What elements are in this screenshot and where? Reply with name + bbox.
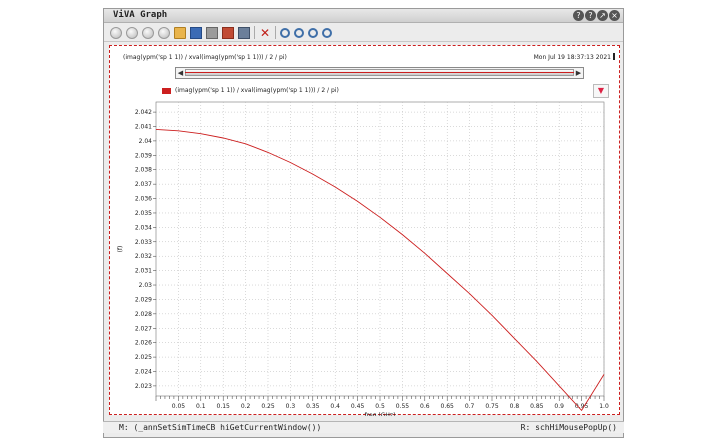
y-tick-label: 2.041	[135, 124, 152, 131]
window-controls: ? ? ↗ ×	[573, 10, 620, 21]
y-tick-label: 2.026	[135, 340, 152, 347]
x-tick-label: 0.55	[396, 403, 410, 410]
x-tick-label: 0.85	[530, 403, 544, 410]
whats-this-icon[interactable]: ?	[585, 10, 596, 21]
y-tick-label: 2.035	[135, 210, 152, 217]
x-tick-label: 0.65	[441, 403, 455, 410]
zoom-in-icon[interactable]	[294, 27, 304, 38]
y-tick-label: 2.037	[135, 181, 152, 188]
y-tick-label: 2.036	[135, 196, 152, 203]
x-tick-label: 0.7	[465, 403, 475, 410]
y-axis-label: (f)	[117, 246, 124, 253]
x-tick-label: 0.45	[351, 403, 365, 410]
help-icon[interactable]: ?	[573, 10, 584, 21]
graph-area[interactable]: (imag(ypm('sp 1 1)) / xval(imag(ypm('sp …	[109, 45, 621, 416]
x-tick-label: 0.95	[575, 403, 589, 410]
toolbar-separator	[275, 26, 276, 39]
x-tick-label: 0.25	[261, 403, 275, 410]
x-tick-label: 0.15	[217, 403, 231, 410]
viva-graph-window: ViVA Graph ? ? ↗ × ✕ (imag(ypm('sp 1 1))…	[103, 8, 624, 438]
x-tick-label: 0.9	[554, 403, 564, 410]
y-tick-label: 2.029	[135, 296, 152, 303]
zoom-fit-icon[interactable]	[280, 27, 290, 38]
y-tick-label: 2.034	[135, 224, 152, 231]
y-tick-label: 2.033	[135, 239, 152, 246]
up-icon[interactable]	[142, 26, 154, 39]
x-tick-label: 0.4	[330, 403, 340, 410]
x-tick-label: 0.5	[375, 403, 385, 410]
mouse-left-binding: M: (_annSetSimTimeCB hiGetCurrentWindow(…	[119, 423, 322, 432]
status-bar: M: (_annSetSimTimeCB hiGetCurrentWindow(…	[103, 421, 624, 433]
y-tick-label: 2.025	[135, 354, 152, 361]
x-axis-label: freq (GHz)	[365, 412, 396, 416]
home-icon[interactable]	[158, 26, 170, 39]
y-tick-label: 2.03	[139, 282, 153, 289]
save-icon[interactable]	[190, 26, 202, 39]
toolbar-separator	[254, 26, 255, 39]
open-folder-icon[interactable]	[174, 26, 186, 39]
close-icon[interactable]: ×	[609, 10, 620, 21]
y-tick-label: 2.032	[135, 253, 152, 260]
y-tick-label: 2.024	[135, 369, 152, 376]
y-tick-label: 2.039	[135, 152, 152, 159]
y-tick-label: 2.04	[139, 138, 153, 145]
print-icon[interactable]	[206, 26, 218, 39]
image-icon[interactable]	[238, 26, 250, 39]
zoom-out-icon[interactable]	[308, 27, 318, 38]
y-tick-label: 2.038	[135, 167, 152, 174]
x-tick-label: 0.1	[196, 403, 206, 410]
y-tick-label: 2.031	[135, 268, 152, 275]
delete-icon[interactable]: ✕	[259, 27, 271, 39]
mail-icon[interactable]	[222, 26, 234, 39]
title-bar[interactable]: ViVA Graph ? ? ↗ ×	[104, 9, 623, 23]
forward-icon[interactable]	[126, 26, 138, 39]
line-chart[interactable]: 0.05 0.1 0.15 0.2 0.25 0.3 0.35 0.4 0.45 0.5 0.55 0…	[110, 46, 621, 416]
toolbar: ✕	[104, 24, 623, 42]
maximize-icon[interactable]: ↗	[597, 10, 608, 21]
x-tick-label: 0.75	[485, 403, 499, 410]
x-tick-label: 0.6	[420, 403, 430, 410]
y-tick-label: 2.027	[135, 325, 152, 332]
x-tick-label: 0.2	[241, 403, 251, 410]
y-tick-label: 2.023	[135, 383, 152, 390]
x-tick-label: 0.05	[172, 403, 186, 410]
mouse-right-binding: R: schHiMousePopUp()	[520, 423, 617, 432]
x-tick-label: 1.0	[599, 403, 609, 410]
window-title: ViVA Graph	[113, 10, 168, 20]
x-tick-label: 0.35	[306, 403, 320, 410]
zoom-icon[interactable]	[322, 27, 332, 38]
y-tick-label: 2.028	[135, 311, 152, 318]
back-icon[interactable]	[110, 26, 122, 39]
x-tick-label: 0.3	[286, 403, 296, 410]
x-tick-label: 0.8	[510, 403, 520, 410]
y-tick-label: 2.042	[135, 109, 152, 116]
